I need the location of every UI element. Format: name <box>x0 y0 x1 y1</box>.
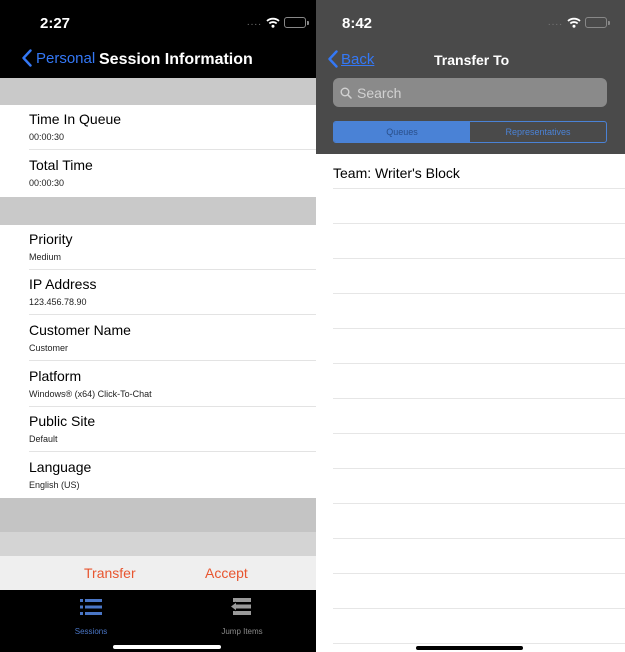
chevron-left-icon <box>22 49 32 67</box>
status-icons: .... <box>547 16 610 28</box>
jump-items-icon <box>230 598 251 615</box>
page-title: Transfer To <box>434 52 510 68</box>
back-button[interactable]: Back <box>328 50 374 68</box>
accept-button[interactable]: Accept <box>205 565 248 581</box>
home-indicator[interactable] <box>113 645 221 649</box>
segment-representatives[interactable]: Representatives <box>470 122 606 142</box>
list-item-empty <box>316 189 625 224</box>
status-bar: 8:42 .... <box>316 0 625 44</box>
row-divider <box>29 451 316 452</box>
list-item[interactable]: Team: Writer's Block <box>316 154 625 189</box>
detail-label: Total Time <box>29 157 93 173</box>
segment-queues[interactable]: Queues <box>334 122 470 142</box>
navigation-bar: Back Transfer To <box>316 44 625 78</box>
detail-label: Priority <box>29 231 73 247</box>
signal-dots: .... <box>547 16 563 28</box>
page-title: Session Information <box>99 51 253 68</box>
back-button[interactable]: Personal <box>22 49 95 67</box>
list-item-empty <box>316 469 625 504</box>
footer-spacer <box>0 498 316 532</box>
tab-label: Sessions <box>74 627 108 636</box>
detail-value: Medium <box>29 252 62 262</box>
list-item-empty <box>316 364 625 399</box>
detail-row-public-site: Public Site Default <box>0 407 316 452</box>
wifi-icon <box>567 17 581 28</box>
detail-row-customer-name: Customer Name Customer <box>0 316 316 361</box>
footer-spacer <box>0 532 316 556</box>
status-time: 2:27 <box>40 15 71 32</box>
detail-row-priority: Priority Medium <box>0 225 316 270</box>
transfer-button[interactable]: Transfer <box>84 565 136 581</box>
tab-label: Jump Items <box>221 627 263 636</box>
list-item-empty <box>316 224 625 259</box>
detail-value: 00:00:30 <box>29 178 65 188</box>
detail-label: Time In Queue <box>29 111 122 127</box>
tab-jump-items[interactable]: Jump Items <box>197 598 287 636</box>
detail-label: Customer Name <box>29 322 131 338</box>
detail-label: IP Address <box>29 276 97 292</box>
wifi-icon <box>266 17 280 28</box>
tab-sessions[interactable]: Sessions <box>46 598 136 636</box>
list-item-empty <box>316 504 625 539</box>
detail-value: Windows® (x64) Click-To-Chat <box>29 389 152 399</box>
list-item-empty <box>316 329 625 364</box>
section-spacer <box>0 197 316 225</box>
back-label: Back <box>341 50 375 68</box>
detail-value: 00:00:30 <box>29 132 65 142</box>
row-divider <box>29 149 316 150</box>
list-item-empty <box>316 259 625 294</box>
battery-icon <box>585 17 610 28</box>
home-indicator[interactable] <box>416 646 523 650</box>
detail-row-total-time: Total Time 00:00:30 <box>0 151 316 196</box>
battery-icon <box>284 17 309 28</box>
search-bar[interactable] <box>333 78 607 107</box>
row-divider <box>29 314 316 315</box>
action-bar: Transfer Accept <box>0 556 316 590</box>
list-item-empty <box>316 399 625 434</box>
signal-dots: .... <box>246 16 262 28</box>
detail-row-ip-address: IP Address 123.456.78.90 <box>0 270 316 315</box>
row-divider <box>333 643 625 644</box>
status-bar: 2:27 .... <box>0 0 316 44</box>
detail-row-platform: Platform Windows® (x64) Click-To-Chat <box>0 362 316 407</box>
list-item-text: Team: Writer's Block <box>333 165 460 181</box>
segmented-control: Queues Representatives <box>333 121 607 143</box>
detail-row-language: Language English (US) <box>0 453 316 498</box>
detail-row-time-in-queue: Time In Queue 00:00:30 <box>0 105 316 150</box>
detail-value: Customer <box>29 343 69 353</box>
navigation-bar: Personal Session Information <box>0 44 316 78</box>
status-icons: .... <box>246 16 309 28</box>
session-information-screen: 2:27 .... Personal Session Information T… <box>0 0 316 652</box>
detail-label: Platform <box>29 368 82 384</box>
transfer-to-screen: 8:42 .... Back Transfer To Search Queues… <box>316 0 625 652</box>
section-spacer <box>0 78 316 105</box>
list-icon <box>80 599 102 615</box>
status-time: 8:42 <box>342 15 373 32</box>
detail-value: English (US) <box>29 480 80 490</box>
detail-value: 123.456.78.90 <box>29 297 87 307</box>
detail-label: Public Site <box>29 413 96 429</box>
list-item-empty <box>316 539 625 574</box>
search-header: Queues Representatives <box>316 78 625 154</box>
search-icon <box>340 87 352 99</box>
list-item-empty <box>316 294 625 329</box>
detail-value: Default <box>29 434 58 444</box>
list-item-empty <box>316 609 625 644</box>
chevron-left-icon <box>328 50 338 68</box>
tab-bar: Sessions Jump Items <box>0 590 316 652</box>
row-divider <box>29 360 316 361</box>
list-item-empty <box>316 434 625 469</box>
transfer-list: Team: Writer's Block <box>316 154 625 644</box>
detail-label: Language <box>29 459 92 475</box>
list-item-empty <box>316 574 625 609</box>
search-input[interactable] <box>357 84 597 101</box>
back-label: Personal <box>36 49 96 67</box>
